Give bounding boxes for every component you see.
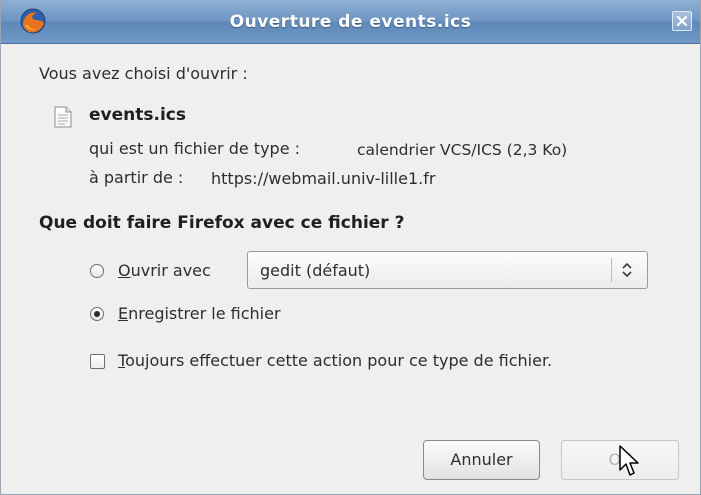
up-down-arrows-icon [622,262,632,278]
open-with-label[interactable]: Ouvrir avec [118,261,211,280]
window-title: Ouverture de events.ics [229,12,472,32]
always-do-accesskey: T [118,351,126,370]
file-source-label: à partir de : [89,168,184,187]
cancel-button[interactable]: Annuler [423,440,540,480]
file-type-label: qui est un fichier de type : [89,139,301,158]
file-source-value: https://webmail.univ-lille1.fr [211,169,436,188]
download-dialog: Ouverture de events.ics Vous avez choisi… [0,0,701,495]
open-with-label-text: uvrir avec [130,261,211,280]
file-name: events.ics [89,105,186,125]
open-with-radio[interactable] [90,264,104,278]
question-heading: Que doit faire Firefox avec ce fichier ? [39,213,405,233]
document-icon [54,106,72,128]
always-do-label[interactable]: Toujours effectuer cette action pour ce … [118,351,552,370]
select-separator [611,258,612,282]
file-type-value: calendrier VCS/ICS (2,3 Ko) [357,141,568,159]
close-button[interactable] [672,11,692,31]
save-file-label-text: nregistrer le fichier [128,304,281,323]
open-with-accesskey: O [118,261,131,280]
open-with-select[interactable]: gedit (défaut) [247,251,648,289]
save-file-label[interactable]: Enregistrer le fichier [118,304,281,323]
save-file-accesskey: E [118,304,129,323]
title-bar[interactable]: Ouverture de events.ics [1,0,700,44]
save-file-radio[interactable] [90,307,104,321]
open-with-select-value: gedit (défaut) [260,261,371,280]
always-do-label-text: oujours effectuer cette action pour ce t… [125,351,553,370]
intro-text: Vous avez choisi d'ouvrir : [39,64,248,83]
always-do-checkbox[interactable] [90,354,105,369]
mouse-pointer-icon [619,445,639,476]
close-icon [676,15,688,27]
